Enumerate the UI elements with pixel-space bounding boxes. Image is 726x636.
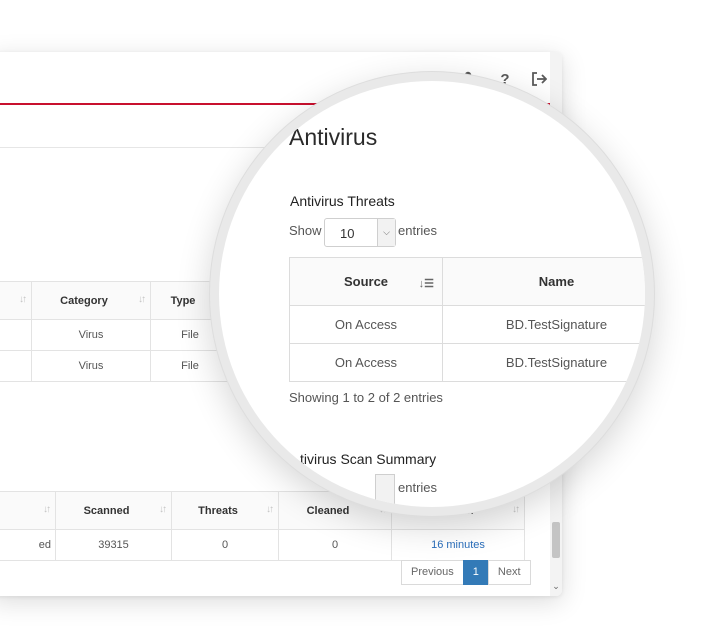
chevron-down-icon: ⌵	[377, 219, 395, 246]
magnified-content: Antivirus Antivirus Threats Show 10 ⌵ en…	[219, 81, 645, 507]
table-row: Virus File	[0, 350, 230, 382]
duration-link[interactable]: 16 minutes	[391, 529, 525, 561]
source-cell: On Access	[289, 305, 443, 344]
column-header-source[interactable]: Source ↓☰	[289, 257, 443, 306]
entries-label: entries	[398, 223, 438, 238]
type-cell: File	[150, 319, 230, 351]
table-row: On Access BD.TestSignature	[289, 343, 645, 382]
sort-icon: ↓↑	[43, 504, 51, 515]
entries-select[interactable]: 10 ⌵	[324, 218, 396, 247]
pagination: Previous 1 Next	[401, 560, 531, 585]
threats-table-bg: ↓↑ Category↓↑ Type↓↑ VirusFile VirusFile	[0, 281, 230, 382]
sort-icon: ↓↑	[138, 294, 146, 305]
table-row: Virus File	[0, 319, 230, 351]
type-cell: File	[150, 350, 230, 382]
table-info: Showing 1 to 2 of 2 entries	[289, 390, 443, 405]
scrollbar-thumb[interactable]	[552, 522, 560, 558]
column-header-name[interactable]: Name	[442, 257, 645, 306]
threats-cell: 0	[171, 529, 279, 561]
page-1-button[interactable]: 1	[462, 560, 489, 585]
page-title: Antivirus	[289, 124, 378, 150]
category-cell: Virus	[31, 319, 151, 351]
magnifier-lens: Antivirus Antivirus Threats Show 10 ⌵ en…	[219, 81, 645, 507]
table-row: ed 39315 0 0 16 minutes	[0, 529, 525, 561]
sort-icon: ↓↑	[19, 294, 27, 305]
scanned-cell: 39315	[55, 529, 172, 561]
column-header-truncated[interactable]: ↓↑	[0, 491, 56, 530]
previous-page-button[interactable]: Previous	[401, 560, 464, 585]
truncated-cell: ed	[0, 529, 56, 561]
next-page-button[interactable]: Next	[487, 560, 531, 585]
section-title-scan-summary: tivirus Scan Summary	[300, 451, 437, 467]
sort-icon: ↓↑	[159, 504, 167, 515]
source-cell: On Access	[289, 343, 443, 382]
entries-label-2: entries	[398, 480, 438, 495]
entries-select-2[interactable]	[375, 474, 395, 506]
cleaned-cell: 0	[278, 529, 392, 561]
column-header-truncated[interactable]: ↓↑	[0, 281, 32, 320]
table-row: On Access BD.TestSignature	[289, 305, 645, 344]
category-cell: Virus	[31, 350, 151, 382]
column-header-type[interactable]: Type↓↑	[150, 281, 230, 320]
column-header-category[interactable]: Category ↓↑	[31, 281, 151, 320]
threats-table: Source ↓☰ Name On Access BD.TestSignature…	[289, 257, 645, 382]
entries-select-value: 10	[340, 226, 355, 241]
section-title-threats: Antivirus Threats	[290, 193, 395, 209]
sort-ascending-icon: ↓☰	[418, 278, 434, 290]
name-cell: BD.TestSignature	[442, 305, 645, 344]
scroll-down-icon[interactable]: ⌄	[551, 581, 561, 592]
show-label: Show	[289, 223, 322, 238]
name-cell: BD.TestSignature	[442, 343, 645, 382]
column-header-scanned[interactable]: Scanned ↓↑	[55, 491, 172, 530]
